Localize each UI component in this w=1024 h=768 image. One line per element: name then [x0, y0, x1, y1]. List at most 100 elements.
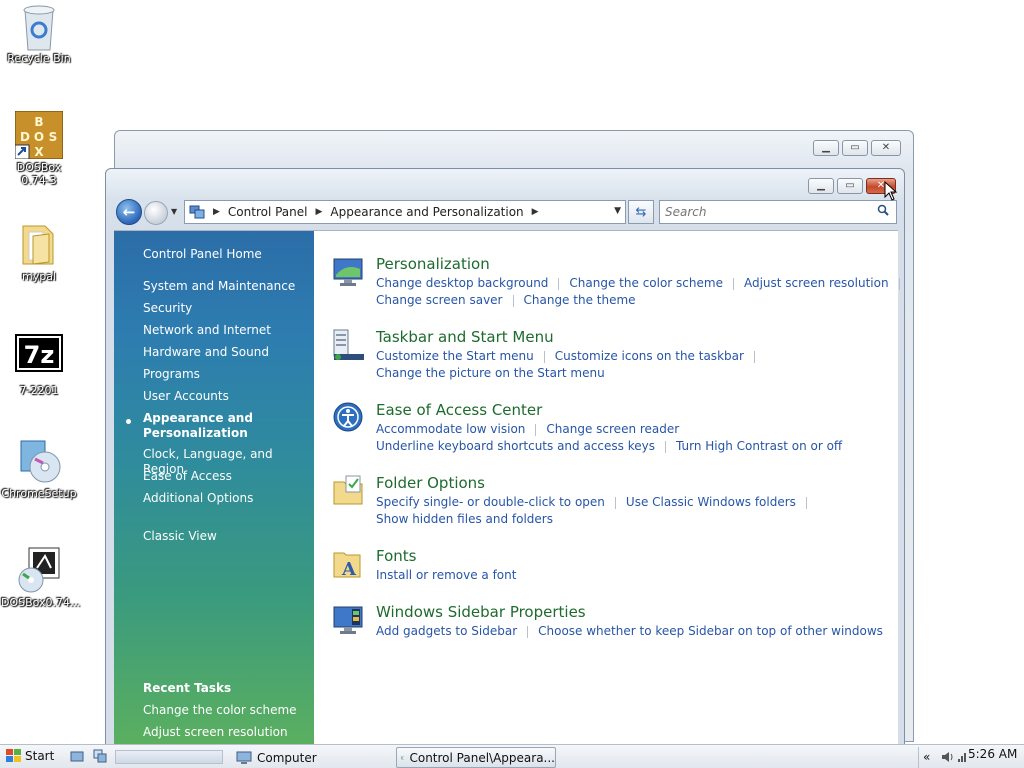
network-icon[interactable] [957, 751, 967, 763]
folder-options-icon [333, 475, 363, 505]
link-show-hidden-files[interactable]: Show hidden files and folders [376, 511, 553, 528]
link-classic-folders[interactable]: Use Classic Windows folders [626, 494, 796, 511]
history-dropdown-button[interactable]: ▼ [171, 207, 177, 216]
show-desktop-icon[interactable] [70, 749, 84, 763]
minimize-button[interactable]: ▁ [813, 140, 839, 156]
category-title[interactable]: Taskbar and Start Menu [376, 328, 554, 346]
sidebar-item-classic-view[interactable]: Classic View [143, 529, 217, 544]
taskbar-icon [333, 329, 364, 360]
close-icon: ✕ [881, 142, 891, 153]
breadcrumb-appearance-personalization[interactable]: Appearance and Personalization [330, 205, 523, 219]
folder-icon [15, 220, 63, 268]
desktop-icon-mypal[interactable]: mypal [1, 220, 77, 283]
link-separator [527, 625, 529, 638]
taskbar-button-control-panel[interactable]: Control Panel\Appeara... [396, 747, 556, 768]
svg-text:B: B [34, 115, 43, 129]
arrow-left-icon: ← [122, 203, 136, 221]
desktop-icon-dosbox[interactable]: BDOSX DOSBox 0.74-3 [1, 110, 77, 187]
clock[interactable]: 5:26 AM [968, 747, 1017, 761]
minimize-button[interactable]: ▁ [808, 178, 834, 194]
search-icon[interactable] [877, 204, 889, 216]
taskbar-button-computer[interactable]: Computer [232, 747, 392, 768]
taskbar: Start Computer Control Panel\Appeara... … [0, 744, 1024, 768]
sidebar-item-label: Personalization [143, 426, 248, 440]
sidebar-item-user-accounts[interactable]: User Accounts [143, 389, 229, 404]
computer-icon [236, 751, 252, 764]
link-change-screen-saver[interactable]: Change screen saver [376, 292, 503, 309]
link-adjust-screen-resolution[interactable]: Adjust screen resolution [744, 275, 889, 292]
sidebar-item-label: Appearance and [143, 411, 253, 425]
desktop-icon-label: DOSBox0.74... [1, 596, 81, 609]
search-input[interactable] [659, 200, 897, 224]
breadcrumb-separator: ▶ [315, 207, 323, 217]
category-title[interactable]: Folder Options [376, 474, 485, 492]
sidebar-item-ease-of-access[interactable]: Ease of Access [143, 469, 232, 484]
link-change-start-menu-picture[interactable]: Change the picture on the Start menu [376, 365, 605, 382]
link-change-color-scheme[interactable]: Change the color scheme [569, 275, 723, 292]
volume-icon[interactable] [941, 751, 955, 763]
control-panel-window: ▁ ▭ ✕ ← ▼ ▶ Control Panel ▶ Appearance a… [105, 168, 905, 750]
ease-of-access-icon [333, 402, 363, 432]
7zip-icon: 7z [15, 334, 63, 382]
link-change-theme[interactable]: Change the theme [524, 292, 636, 309]
desktop-icon-label: 7-2201 [19, 384, 59, 397]
address-bar[interactable]: ▶ Control Panel ▶ Appearance and Persona… [184, 200, 626, 224]
sidebar-item-appearance-personalization[interactable]: Appearance and Personalization [143, 411, 303, 441]
sidebar-item-programs[interactable]: Programs [143, 367, 200, 382]
desktop-icon-recycle-bin[interactable]: Recycle Bin [1, 2, 77, 65]
system-tray: « 5:26 AM [918, 747, 1022, 768]
link-install-remove-font[interactable]: Install or remove a font [376, 567, 516, 584]
maximize-button[interactable]: ▭ [837, 178, 863, 194]
back-button[interactable]: ← [116, 199, 142, 225]
switch-windows-icon[interactable] [93, 749, 107, 763]
desktop-icon-dosbox-installer[interactable]: DOSBox0.74... [1, 546, 81, 609]
link-underline-shortcuts[interactable]: Underline keyboard shortcuts and access … [376, 438, 655, 455]
recent-task-color-scheme[interactable]: Change the color scheme [143, 703, 297, 718]
link-separator [512, 294, 514, 307]
sidebar-item-network[interactable]: Network and Internet [143, 323, 271, 338]
start-label: Start [25, 749, 55, 763]
category-title[interactable]: Windows Sidebar Properties [376, 603, 586, 621]
link-accommodate-low-vision[interactable]: Accommodate low vision [376, 421, 525, 438]
link-change-screen-reader[interactable]: Change screen reader [546, 421, 679, 438]
link-separator [805, 496, 807, 509]
desktop-icon-7zip[interactable]: 7z 7-2201 [1, 334, 77, 397]
link-change-desktop-background[interactable]: Change desktop background [376, 275, 548, 292]
start-button[interactable]: Start [6, 749, 54, 763]
forward-button[interactable] [144, 201, 168, 225]
svg-text:A: A [341, 559, 357, 580]
personalization-icon [333, 258, 363, 286]
quick-launch-area [115, 750, 223, 764]
category-pane: Personalization Change desktop backgroun… [314, 231, 900, 750]
installer-cd-icon [15, 437, 63, 485]
tray-expand-button[interactable]: « [923, 750, 930, 764]
close-button[interactable]: ✕ [871, 140, 901, 156]
maximize-button[interactable]: ▭ [842, 140, 868, 156]
maximize-icon: ▭ [850, 142, 860, 153]
link-customize-taskbar-icons[interactable]: Customize icons on the taskbar [555, 348, 744, 365]
link-separator [753, 350, 755, 363]
desktop-icon-chromesetup[interactable]: ChromeSetup [1, 437, 77, 500]
address-dropdown-icon[interactable]: ▼ [614, 206, 621, 216]
breadcrumb-control-panel[interactable]: Control Panel [228, 205, 308, 219]
sidebar-item-hardware-sound[interactable]: Hardware and Sound [143, 345, 269, 360]
refresh-button[interactable]: ⇆ [628, 200, 654, 224]
link-customize-start-menu[interactable]: Customize the Start menu [376, 348, 534, 365]
recent-task-screen-resolution[interactable]: Adjust screen resolution [143, 725, 288, 740]
link-high-contrast[interactable]: Turn High Contrast on or off [676, 438, 842, 455]
desktop-icon-label: ChromeSetup [1, 487, 77, 500]
sidebar-item-system-maintenance[interactable]: System and Maintenance [143, 279, 295, 294]
category-title[interactable]: Fonts [376, 547, 416, 565]
control-panel-icon [189, 205, 205, 219]
link-separator [558, 277, 560, 290]
category-title[interactable]: Personalization [376, 255, 490, 273]
link-sidebar-on-top[interactable]: Choose whether to keep Sidebar on top of… [538, 623, 883, 640]
sidebar-item-security[interactable]: Security [143, 301, 192, 316]
link-add-gadgets[interactable]: Add gadgets to Sidebar [376, 623, 517, 640]
taskbar-button-label: Computer [257, 750, 317, 765]
sidebar-item-control-panel-home[interactable]: Control Panel Home [143, 247, 262, 262]
sidebar-item-additional-options[interactable]: Additional Options [143, 491, 253, 506]
svg-text:D: D [20, 130, 30, 144]
link-single-double-click[interactable]: Specify single- or double-click to open [376, 494, 605, 511]
category-title[interactable]: Ease of Access Center [376, 401, 542, 419]
